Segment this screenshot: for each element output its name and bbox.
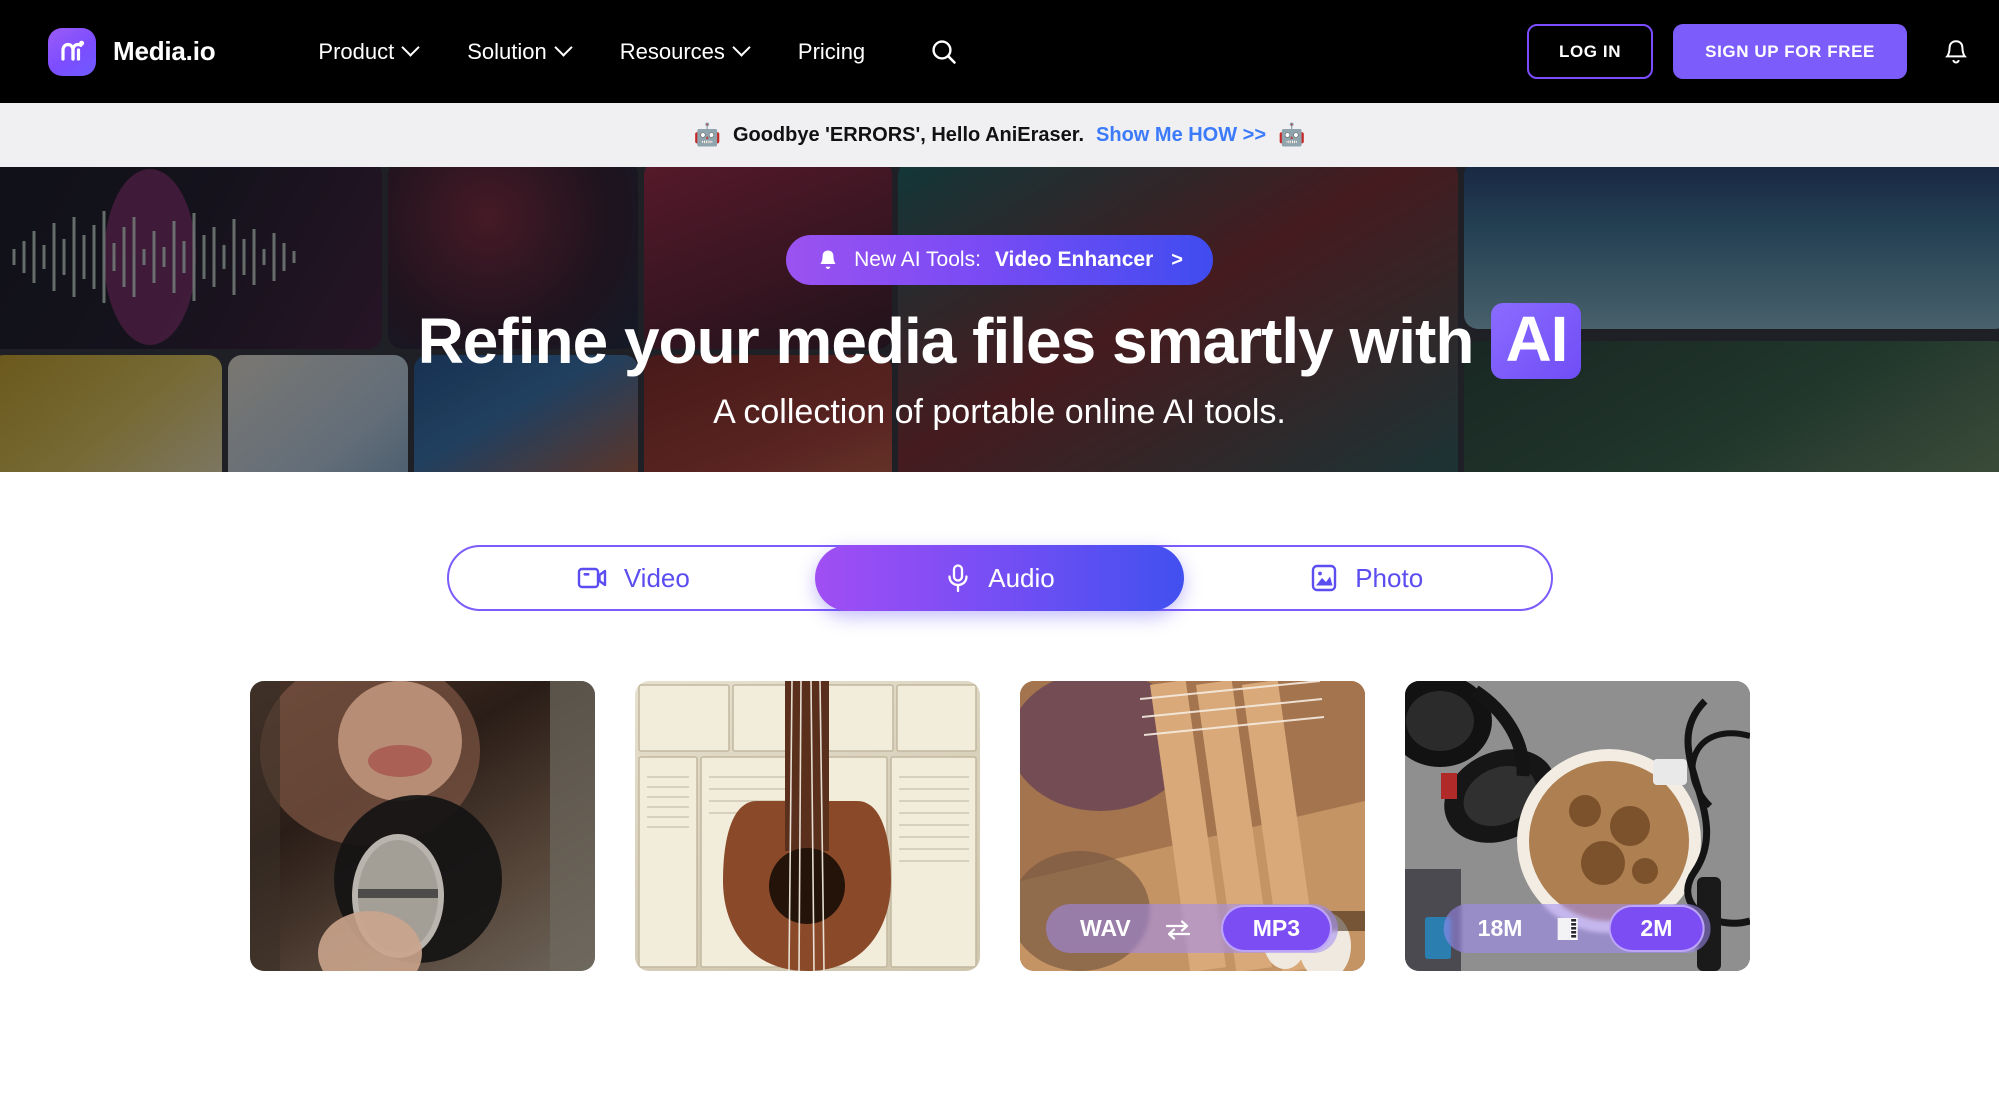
promo-banner[interactable]: 🤖 Goodbye 'ERRORS', Hello AniEraser. Sho… <box>0 103 1999 167</box>
nav-item-product[interactable]: Product <box>293 29 442 75</box>
card-audio-converter[interactable]: WAV MP3 <box>1019 681 1365 971</box>
hero-title: Refine your media files smartly with AI <box>418 303 1582 379</box>
header-actions: LOG IN SIGN UP FOR FREE <box>1526 24 1977 79</box>
hero-ai-chip: AI <box>1491 303 1582 379</box>
tab-label: Video <box>623 562 690 593</box>
robot-emoji-icon: 🤖 <box>1278 122 1306 147</box>
tab-label: Audio <box>988 562 1055 593</box>
compress-icon <box>1548 915 1586 943</box>
hero-title-text: Refine your media files smartly with <box>417 305 1475 377</box>
swap-icon <box>1157 918 1199 940</box>
tab-video[interactable]: Video <box>449 547 818 609</box>
pill-target-link[interactable]: Video Enhancer <box>995 248 1153 272</box>
notifications-button[interactable] <box>1935 31 1977 73</box>
login-button[interactable]: LOG IN <box>1526 24 1654 79</box>
compressed-size: 2M <box>1608 905 1705 952</box>
brand-logo[interactable]: Media.io <box>48 27 216 76</box>
target-format: MP3 <box>1220 905 1332 952</box>
bell-icon <box>820 250 836 269</box>
card-image <box>249 681 595 971</box>
tab-photo[interactable]: Photo <box>1182 547 1551 609</box>
promo-link[interactable]: Show Me HOW >> <box>1096 124 1266 147</box>
hero-section: New AI Tools: Video Enhancer > Refine yo… <box>0 167 1999 472</box>
media-type-tabs: Video Audio Photo <box>446 545 1553 611</box>
chevron-down-icon <box>732 38 751 57</box>
chevron-down-icon <box>401 38 420 57</box>
media-io-logo-icon <box>48 27 96 76</box>
format-conversion-badge: WAV MP3 <box>1046 904 1338 953</box>
compression-badge: 18M 2M <box>1443 904 1711 953</box>
chevron-right-icon: > <box>1171 248 1183 271</box>
nav-label: Solution <box>467 38 547 64</box>
tab-switcher-section: Video Audio Photo <box>0 472 1999 611</box>
microphone-icon <box>948 564 968 593</box>
source-format: WAV <box>1080 915 1131 941</box>
tab-audio[interactable]: Audio <box>815 545 1184 611</box>
hero-subtitle: A collection of portable online AI tools… <box>713 393 1286 431</box>
new-ai-tools-pill[interactable]: New AI Tools: Video Enhancer > <box>786 235 1213 285</box>
signup-button[interactable]: SIGN UP FOR FREE <box>1673 24 1907 79</box>
bell-icon <box>1945 39 1967 64</box>
card-music-books[interactable] <box>634 681 980 971</box>
chevron-down-icon <box>554 38 573 57</box>
nav-item-solution[interactable]: Solution <box>442 29 595 75</box>
nav-item-resources[interactable]: Resources <box>595 29 773 75</box>
site-header: Media.io Product Solution Resources Pric… <box>0 0 1999 103</box>
video-camera-icon <box>577 567 607 589</box>
search-button[interactable] <box>922 30 966 74</box>
nav-label: Pricing <box>797 38 866 64</box>
brand-name: Media.io <box>113 36 216 66</box>
nav-label: Product <box>318 38 395 64</box>
pill-label: New AI Tools: <box>854 248 981 271</box>
image-icon <box>1312 564 1337 592</box>
robot-emoji-icon: 🤖 <box>693 122 721 147</box>
main-nav: Product Solution Resources Pricing <box>293 29 966 75</box>
original-size: 18M <box>1477 915 1523 941</box>
tool-cards-row: WAV MP3 18M 2M <box>0 611 1999 971</box>
search-icon <box>932 39 956 64</box>
hero-content: New AI Tools: Video Enhancer > Refine yo… <box>0 167 1999 472</box>
promo-text: Goodbye 'ERRORS', Hello AniEraser. <box>732 123 1085 146</box>
tab-label: Photo <box>1355 562 1424 593</box>
nav-item-pricing[interactable]: Pricing <box>773 29 890 75</box>
card-image <box>634 681 980 971</box>
card-audio-compressor[interactable]: 18M 2M <box>1404 681 1750 971</box>
nav-label: Resources <box>619 38 725 64</box>
card-voice-recorder[interactable] <box>249 681 595 971</box>
